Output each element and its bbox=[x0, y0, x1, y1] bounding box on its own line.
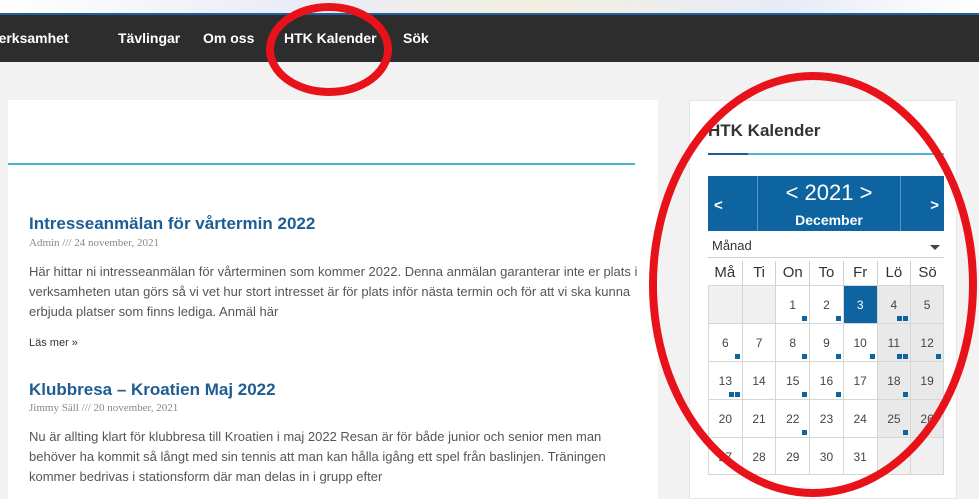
annotation-circle-calendar bbox=[649, 72, 977, 497]
nav-item-tavlingar[interactable]: Tävlingar bbox=[118, 15, 180, 62]
post-meta: Admin /// 24 november, 2021 bbox=[29, 237, 160, 249]
post-title[interactable]: Intresseanmälan för vårtermin 2022 bbox=[29, 214, 315, 234]
post-meta: Jimmy Säll /// 20 november, 2021 bbox=[29, 402, 179, 414]
post-excerpt: Nu är allting klart för klubbresa till K… bbox=[29, 429, 606, 484]
post-title[interactable]: Klubbresa – Kroatien Maj 2022 bbox=[29, 380, 276, 400]
post-excerpt: Här hittar ni intresseanmälan för vårter… bbox=[29, 264, 638, 319]
nav-item-om-oss[interactable]: Om oss bbox=[203, 15, 254, 62]
annotation-circle-nav bbox=[266, 3, 392, 96]
content-divider bbox=[8, 163, 635, 165]
nav-item-verksamhet[interactable]: Verksamhet bbox=[0, 15, 69, 62]
nav-item-sok[interactable]: Sök bbox=[403, 15, 429, 62]
header-banner bbox=[0, 0, 979, 14]
main-navigation: Verksamhet Tävlingar Om oss HTK Kalender… bbox=[0, 15, 979, 62]
read-more-link[interactable]: Läs mer » bbox=[29, 337, 78, 349]
